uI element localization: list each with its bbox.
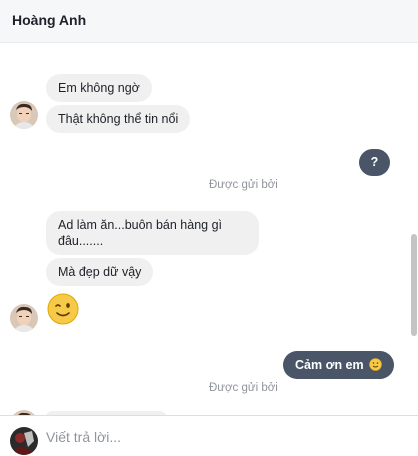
message-text: Mà đẹp dữ vậy (58, 265, 142, 279)
smile-emoji-icon (369, 358, 382, 371)
contact-avatar[interactable] (10, 101, 38, 129)
sent-by-status: Được gửi bởi (209, 382, 278, 394)
message-bubble-in[interactable]: Mà đẹp dữ vậy (46, 258, 154, 286)
scrollbar-thumb[interactable] (411, 234, 417, 336)
contact-name[interactable]: Hoàng Anh (12, 12, 86, 28)
reply-input[interactable] (46, 426, 406, 448)
reply-composer (0, 415, 418, 456)
chat-header: Hoàng Anh (0, 0, 418, 42)
message-thread[interactable]: Em không ngờ Thật không thể tin nổi ? Đư… (0, 43, 418, 415)
user-avatar (10, 427, 38, 455)
scrollbar-track[interactable] (410, 43, 418, 415)
message-text: Thật không thể tin nổi (58, 112, 179, 126)
message-text: Cảm ơn em (295, 358, 364, 372)
message-bubble-out[interactable]: Cảm ơn em (283, 351, 395, 379)
message-text: Ad làm ăn...buôn bán hàng gì đâu....... (58, 218, 223, 248)
message-bubble-out[interactable]: ? (359, 149, 390, 176)
message-bubble-in[interactable]: Em không ngờ (46, 74, 152, 102)
contact-avatar[interactable] (10, 304, 38, 332)
wink-emoji[interactable] (46, 292, 80, 331)
message-bubble-in[interactable]: Thật không thể tin nổi (46, 105, 191, 133)
message-text: ? (370, 155, 379, 169)
message-bubble-in[interactable]: Ad làm ăn...buôn bán hàng gì đâu....... (46, 211, 259, 255)
sent-by-status: Được gửi bởi (209, 179, 278, 191)
message-text: Em không ngờ (58, 81, 140, 95)
